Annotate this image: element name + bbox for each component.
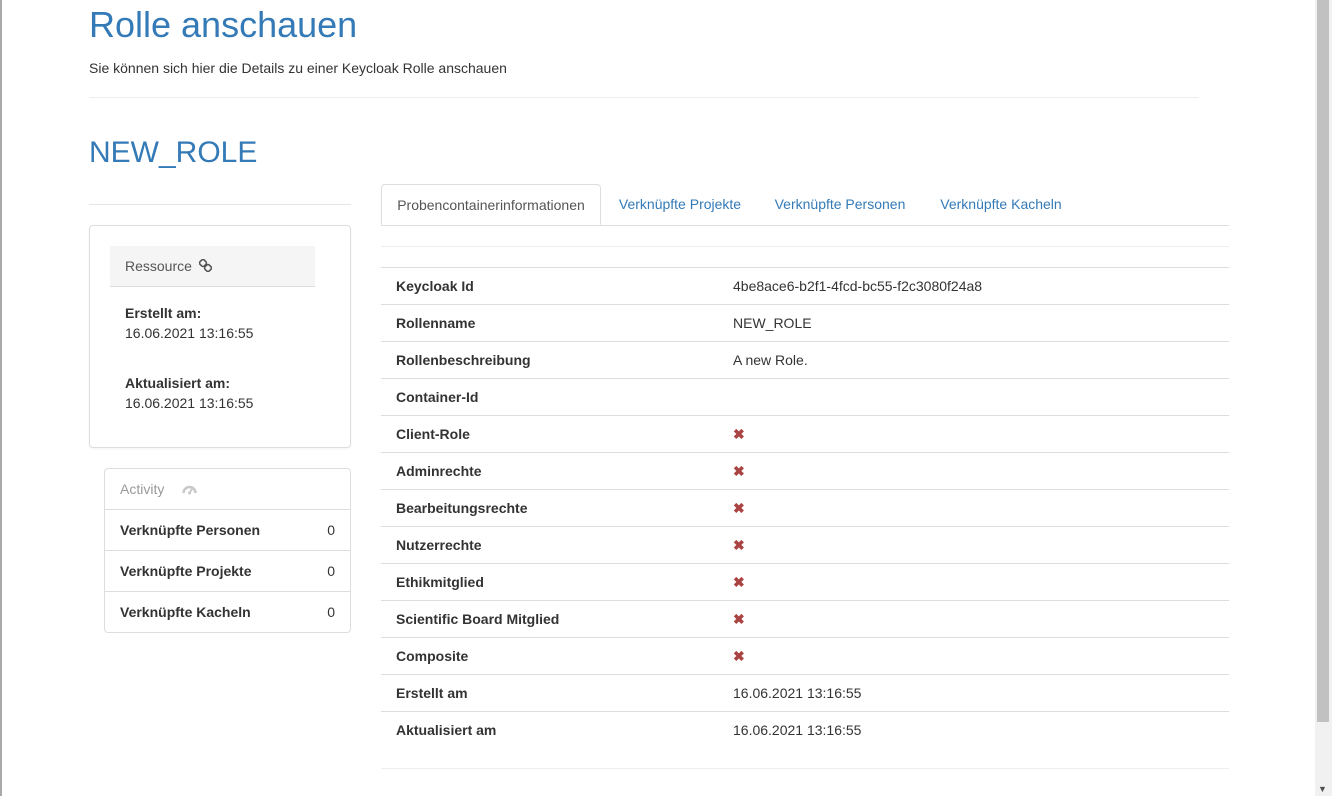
created-value: 16.06.2021 13:16:55 xyxy=(125,325,254,341)
header-divider xyxy=(89,97,1199,98)
property-key: Rollenname xyxy=(396,315,476,331)
activity-row-count: 0 xyxy=(327,604,335,620)
role-name-divider xyxy=(89,204,351,205)
table-row: Aktualisiert am 16.06.2021 13:16:55 xyxy=(381,711,1229,749)
property-key: Composite xyxy=(396,648,469,664)
activity-heading-label: Activity xyxy=(120,481,165,497)
tab-verknuepfte-kacheln[interactable]: Verknüpfte Kacheln xyxy=(923,184,1079,224)
tab-content-divider xyxy=(381,246,1229,247)
times-icon: ✖ xyxy=(733,536,745,553)
times-icon: ✖ xyxy=(733,610,745,627)
property-key: Ethikmitglied xyxy=(396,574,484,590)
property-key: Rollenbeschreibung xyxy=(396,352,531,368)
activity-row-persons[interactable]: Verknüpfte Personen 0 xyxy=(105,510,350,551)
table-row: Container-Id xyxy=(381,378,1229,416)
activity-row-label: Verknüpfte Projekte xyxy=(120,563,252,579)
property-key: Keycloak Id xyxy=(396,278,474,294)
vertical-scrollbar[interactable]: ▼ xyxy=(1315,0,1332,796)
property-value: 4be8ace6-b2f1-4fcd-bc55-f2c3080f24a8 xyxy=(733,278,983,294)
property-value: 16.06.2021 13:16:55 xyxy=(733,722,862,738)
property-key: Erstellt am xyxy=(396,685,468,701)
activity-row-count: 0 xyxy=(327,563,335,579)
activity-row-tiles[interactable]: Verknüpfte Kacheln 0 xyxy=(105,592,350,632)
resource-panel: Ressource Erstellt am: 16.06.2021 13:16:… xyxy=(89,225,351,448)
page-title: Rolle anschauen xyxy=(89,4,358,45)
table-row: Ethikmitglied ✖ xyxy=(381,563,1229,601)
property-key: Container-Id xyxy=(396,389,479,405)
property-key: Client-Role xyxy=(396,426,470,442)
updated-label: Aktualisiert am: xyxy=(125,375,231,391)
property-key: Aktualisiert am xyxy=(396,722,497,738)
scroll-down-arrow-icon[interactable]: ▼ xyxy=(1318,784,1327,794)
table-row: Client-Role ✖ xyxy=(381,415,1229,453)
activity-row-label: Verknüpfte Kacheln xyxy=(120,604,251,620)
property-key: Bearbeitungsrechte xyxy=(396,500,528,516)
updated-value: 16.06.2021 13:16:55 xyxy=(125,395,254,411)
role-properties-table: Keycloak Id 4be8ace6-b2f1-4fcd-bc55-f2c3… xyxy=(381,267,1229,748)
scrollbar-thumb[interactable] xyxy=(1317,0,1329,722)
property-value: A new Role. xyxy=(733,352,808,368)
table-row: Erstellt am 16.06.2021 13:16:55 xyxy=(381,674,1229,712)
table-row: Nutzerrechte ✖ xyxy=(381,526,1229,564)
resource-heading-label: Ressource xyxy=(125,258,192,274)
times-icon: ✖ xyxy=(733,425,745,442)
property-key: Nutzerrechte xyxy=(396,537,482,553)
role-name-heading: NEW_ROLE xyxy=(89,136,258,169)
page-subtitle: Sie können sich hier die Details zu eine… xyxy=(89,60,507,76)
times-icon: ✖ xyxy=(733,499,745,516)
property-value xyxy=(718,379,1229,416)
link-icon[interactable] xyxy=(198,247,213,287)
activity-panel: Activity Verknüpfte Personen 0 Verknüpft… xyxy=(104,468,351,633)
tab-probencontainerinformationen[interactable]: Probencontainerinformationen xyxy=(381,184,601,225)
activity-panel-heading: Activity xyxy=(105,469,350,510)
tab-verknuepfte-personen[interactable]: Verknüpfte Personen xyxy=(759,184,921,224)
activity-row-label: Verknüpfte Personen xyxy=(120,522,261,538)
resource-panel-heading[interactable]: Ressource xyxy=(110,246,315,287)
times-icon: ✖ xyxy=(733,573,745,590)
created-label: Erstellt am: xyxy=(125,305,202,321)
dashboard-gauge-icon xyxy=(182,470,197,510)
property-key: Adminrechte xyxy=(396,463,482,479)
property-key: Scientific Board Mitglied xyxy=(396,611,560,627)
tab-content-bottom-divider xyxy=(381,768,1229,769)
table-row: Rollenbeschreibung A new Role. xyxy=(381,341,1229,379)
table-row: Bearbeitungsrechte ✖ xyxy=(381,489,1229,527)
table-row: Composite ✖ xyxy=(381,637,1229,675)
activity-row-projects[interactable]: Verknüpfte Projekte 0 xyxy=(105,551,350,592)
tab-bar: Probencontainerinformationen Verknüpfte … xyxy=(381,184,1229,226)
window-left-border xyxy=(0,0,2,796)
times-icon: ✖ xyxy=(733,647,745,664)
property-value: 16.06.2021 13:16:55 xyxy=(733,685,862,701)
property-value: NEW_ROLE xyxy=(733,315,812,331)
activity-row-count: 0 xyxy=(327,522,335,538)
table-row: Scientific Board Mitglied ✖ xyxy=(381,600,1229,638)
table-row: Keycloak Id 4be8ace6-b2f1-4fcd-bc55-f2c3… xyxy=(381,267,1229,305)
table-row: Adminrechte ✖ xyxy=(381,452,1229,490)
tab-verknuepfte-projekte[interactable]: Verknüpfte Projekte xyxy=(603,184,757,224)
times-icon: ✖ xyxy=(733,462,745,479)
table-row: Rollenname NEW_ROLE xyxy=(381,304,1229,342)
